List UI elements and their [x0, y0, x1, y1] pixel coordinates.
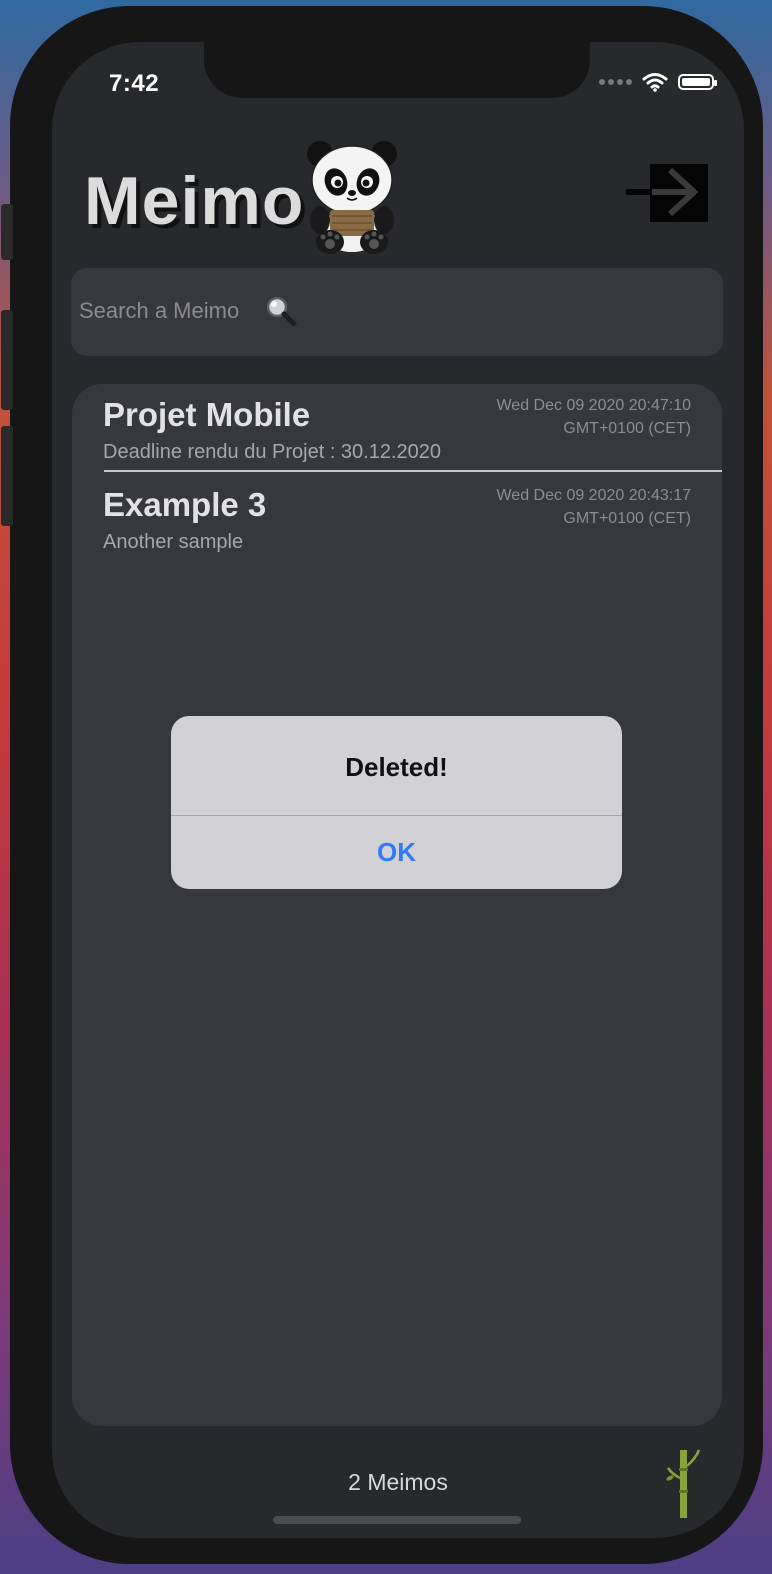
home-indicator[interactable]	[273, 1516, 521, 1524]
memo-date-line: Wed Dec 09 2020 20:43:17	[496, 487, 691, 504]
alert-ok-button[interactable]: OK	[171, 816, 622, 889]
memo-list: Projet Mobile Deadline rendu du Projet :…	[72, 384, 722, 1426]
memo-item[interactable]: Example 3 Another sample Wed Dec 09 2020…	[72, 474, 722, 564]
silent-switch	[1, 204, 13, 260]
memo-title: Example 3	[103, 486, 267, 523]
wifi-icon	[642, 73, 668, 92]
notch	[204, 42, 590, 98]
memo-item[interactable]: Projet Mobile Deadline rendu du Projet :…	[72, 384, 722, 474]
battery-icon	[678, 74, 717, 90]
memo-date-line: Wed Dec 09 2020 20:47:10	[496, 397, 691, 414]
panda-icon	[307, 141, 397, 254]
memo-date-line: GMT+0100 (CET)	[563, 510, 691, 527]
cellular-signal-icon	[599, 79, 632, 85]
memo-title: Projet Mobile	[103, 396, 311, 433]
memo-date: Wed Dec 09 2020 20:47:10 GMT+0100 (CET)	[496, 394, 691, 440]
volume-down-button	[1, 426, 13, 526]
sign-in-arrow-icon[interactable]	[624, 162, 710, 226]
bamboo-icon[interactable]	[666, 1448, 702, 1520]
memo-count-label: 2 Meimos	[348, 1469, 448, 1495]
app-title: Meimo	[84, 163, 305, 239]
search-input[interactable]	[79, 294, 259, 328]
memo-date-line: GMT+0100 (CET)	[563, 420, 691, 437]
status-time: 7:42	[109, 70, 160, 97]
app-screen: 7:42 Meimo Search a Meimo Projet Mobile …	[52, 42, 744, 1538]
search-bar[interactable]	[71, 268, 723, 356]
deleted-alert-dialog: Deleted! OK	[171, 716, 622, 889]
memo-date: Wed Dec 09 2020 20:43:17 GMT+0100 (CET)	[496, 484, 691, 530]
magnifying-glass-icon	[266, 296, 297, 327]
memo-divider	[104, 470, 722, 472]
memo-subtitle: Deadline rendu du Projet : 30.12.2020	[103, 441, 442, 463]
phone-frame: 7:42 Meimo Search a Meimo Projet Mobile …	[1, 6, 763, 1564]
volume-up-button	[1, 310, 13, 410]
status-icons	[599, 72, 717, 92]
alert-title: Deleted!	[345, 752, 448, 782]
memo-subtitle: Another sample	[103, 531, 244, 553]
